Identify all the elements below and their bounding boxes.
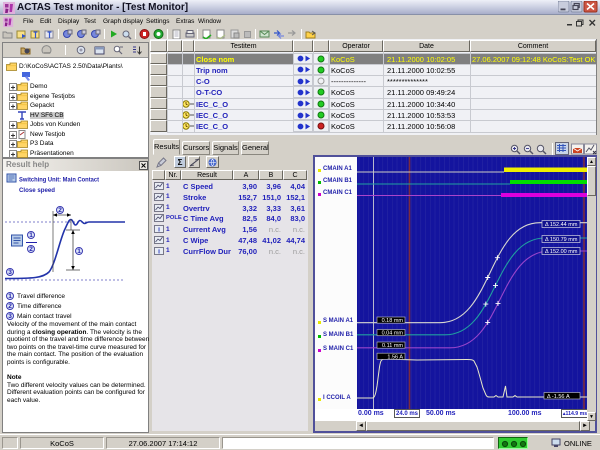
svg-text:Δ 152.44 mm: Δ 152.44 mm: [545, 222, 578, 228]
svg-text:i: i: [158, 227, 160, 234]
svg-text:1.56 A: 1.56 A: [387, 354, 403, 360]
svg-text:Δ -1.56 A: Δ -1.56 A: [547, 394, 570, 400]
svg-text:i: i: [158, 248, 160, 255]
svg-text:0.11 mm: 0.11 mm: [382, 343, 403, 349]
svg-text:0.18 mm: 0.18 mm: [382, 318, 404, 324]
svg-text:Δ 152.00 mm: Δ 152.00 mm: [545, 249, 578, 255]
svg-text:Δ 150.79 mm: Δ 150.79 mm: [545, 237, 578, 243]
svg-text:0.04 mm: 0.04 mm: [382, 331, 404, 337]
svg-text:Close speed: Close speed: [19, 187, 55, 194]
svg-text:Switching Unit: Main Contact: Switching Unit: Main Contact: [19, 177, 100, 184]
